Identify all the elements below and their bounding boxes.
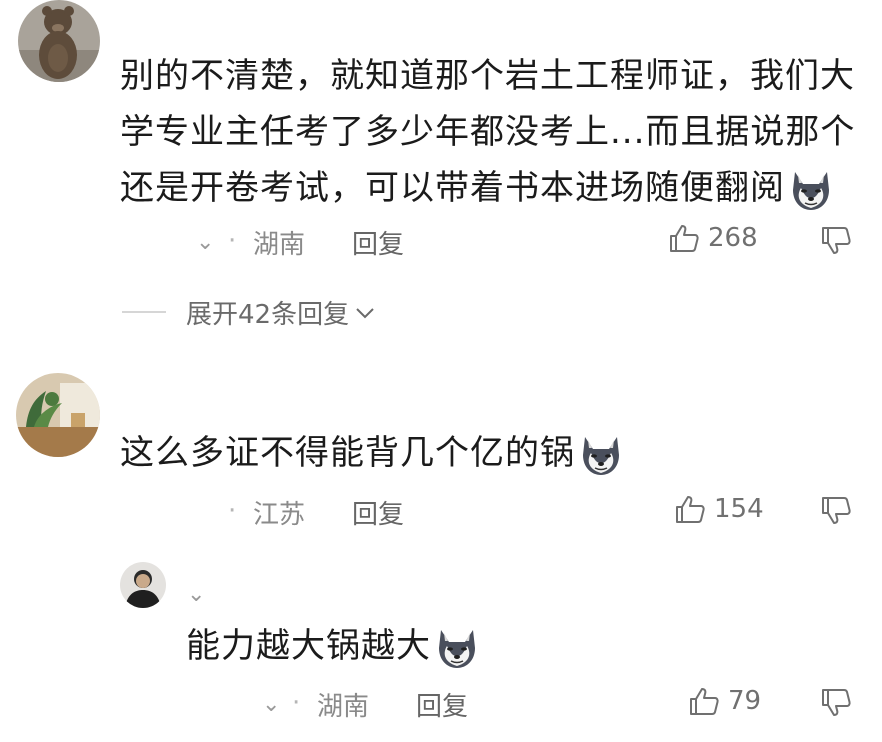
separator-dot: · bbox=[228, 496, 237, 526]
like-button[interactable]: 79 bbox=[688, 685, 761, 717]
location-label: 江苏 bbox=[253, 500, 306, 530]
location-label: 湖南 bbox=[253, 230, 306, 260]
thumb-up-icon bbox=[688, 685, 720, 717]
avatar-person[interactable] bbox=[120, 562, 166, 608]
husky-dog-emoji bbox=[577, 431, 625, 479]
husky-dog-emoji bbox=[433, 624, 481, 672]
dislike-button[interactable] bbox=[820, 495, 852, 531]
comment-line: 别的不清楚，就知道那个岩土工程师证，我们大 bbox=[120, 56, 855, 96]
thumb-up-icon bbox=[668, 222, 700, 254]
husky-dog-emoji bbox=[787, 166, 835, 214]
like-count: 268 bbox=[708, 223, 758, 253]
like-button[interactable]: 268 bbox=[668, 222, 758, 254]
comment-line: 学专业主任考了多少年都没考上...而且据说那个 bbox=[120, 112, 856, 152]
dislike-button[interactable] bbox=[820, 225, 852, 261]
like-count: 154 bbox=[714, 494, 764, 524]
like-button[interactable]: 154 bbox=[674, 493, 764, 525]
comment-text: 这么多证不得能背几个亿的锅 bbox=[120, 425, 625, 481]
username-placeholder: ⌄ bbox=[262, 692, 281, 717]
avatar-bear[interactable] bbox=[18, 0, 100, 82]
reply-text: 能力越大锅越大 bbox=[186, 618, 481, 674]
thumb-down-icon bbox=[820, 495, 852, 527]
location-label: 湖南 bbox=[317, 692, 370, 722]
thumb-up-icon bbox=[674, 493, 706, 525]
reply-button[interactable]: 回复 bbox=[352, 224, 404, 261]
like-count: 79 bbox=[728, 686, 762, 716]
expand-replies-label: 展开42条回复 bbox=[186, 300, 350, 330]
divider-line bbox=[122, 311, 166, 313]
separator-dot: · bbox=[228, 226, 237, 256]
username-placeholder: ⌄ bbox=[187, 582, 206, 607]
reply-button[interactable]: 回复 bbox=[416, 686, 468, 723]
comment-text: 别的不清楚，就知道那个岩土工程师证，我们大 学专业主任考了多少年都没考上...而… bbox=[120, 48, 860, 216]
dislike-button[interactable] bbox=[820, 687, 852, 723]
thumb-down-icon bbox=[820, 225, 852, 257]
separator-dot: · bbox=[292, 688, 301, 718]
thumb-down-icon bbox=[820, 687, 852, 719]
username-placeholder: ⌄ bbox=[196, 230, 215, 255]
avatar-plant[interactable] bbox=[16, 373, 100, 457]
comment-line: 还是开卷考试，可以带着书本进场随便翻阅 bbox=[120, 160, 860, 216]
reply-button[interactable]: 回复 bbox=[352, 494, 404, 531]
chevron-down-icon bbox=[356, 307, 374, 318]
expand-replies-button[interactable]: 展开42条回复 bbox=[186, 294, 377, 331]
